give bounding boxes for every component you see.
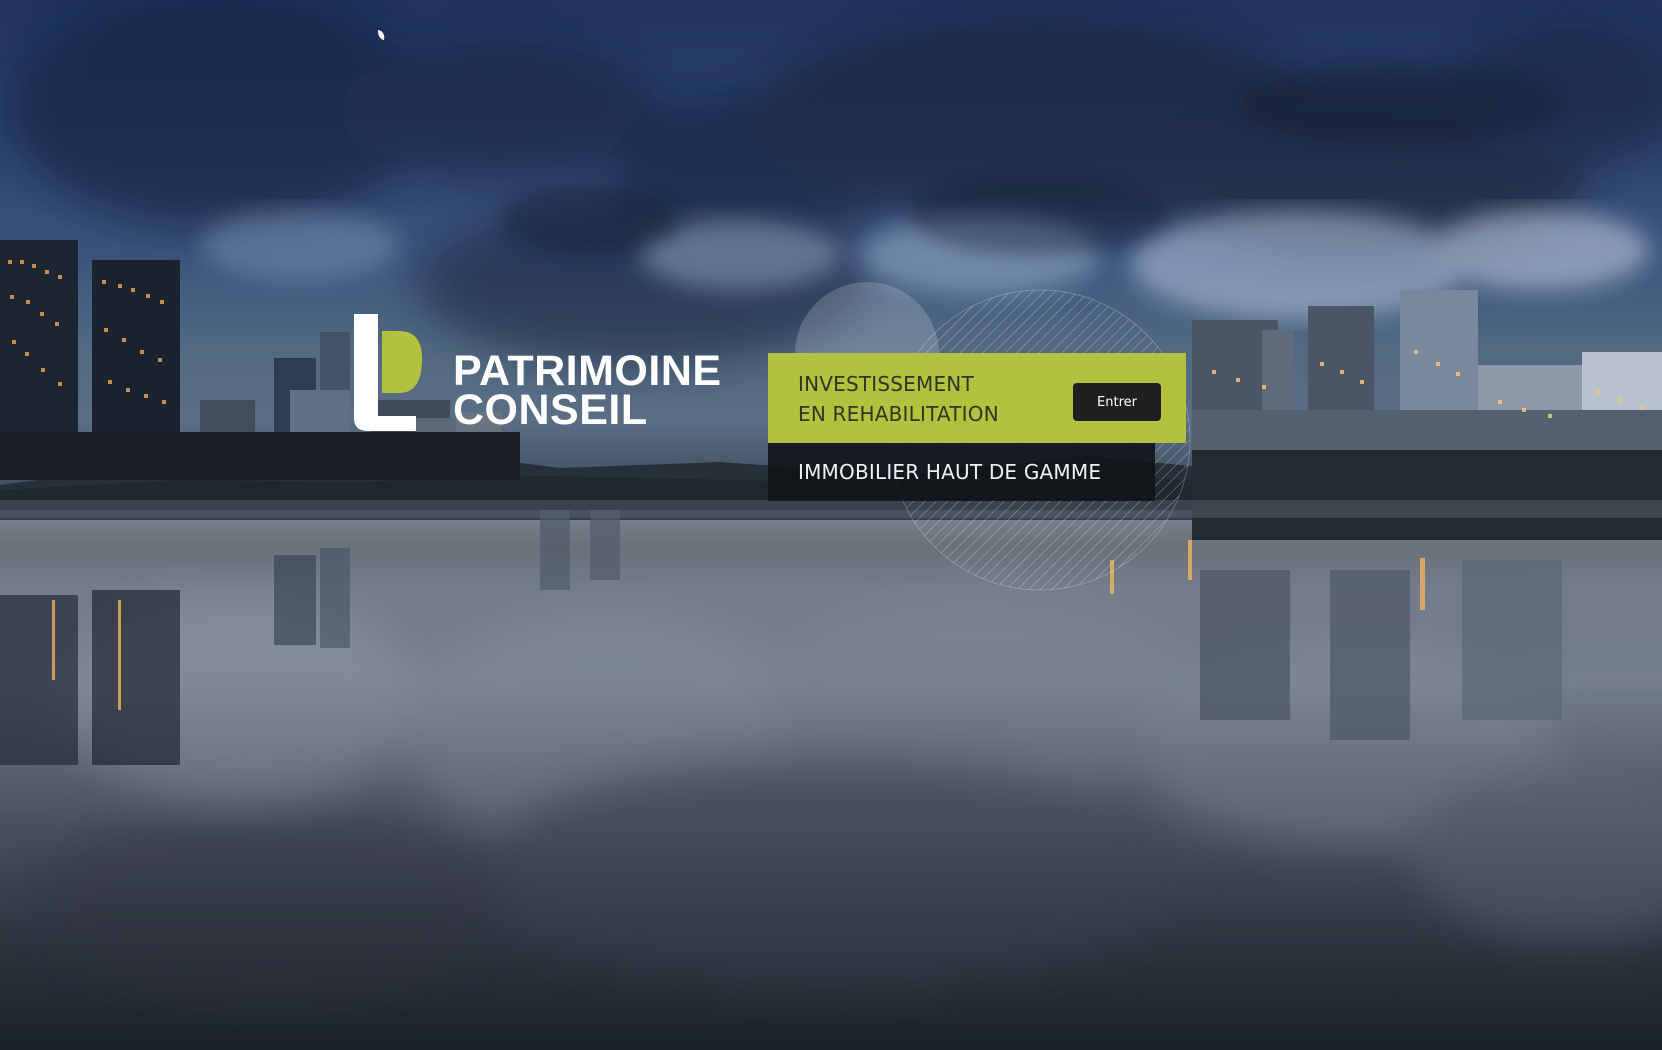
investment-line-2: EN REHABILITATION	[798, 402, 999, 426]
investment-line-1: INVESTISSEMENT	[798, 372, 974, 396]
investment-panel: INVESTISSEMENT EN REHABILITATION Entrer	[768, 353, 1186, 443]
enter-button[interactable]: Entrer	[1073, 383, 1161, 421]
brand-logo[interactable]: PATRIMOINE CONSEIL	[338, 314, 738, 434]
ld-logo-icon	[354, 314, 422, 431]
luxury-real-estate-panel: IMMOBILIER HAUT DE GAMME	[768, 443, 1155, 501]
brand-name: PATRIMOINE CONSEIL	[453, 350, 722, 434]
luxury-real-estate-label: IMMOBILIER HAUT DE GAMME	[798, 460, 1102, 484]
brand-line-2: CONSEIL	[453, 386, 648, 434]
investment-text: INVESTISSEMENT EN REHABILITATION	[798, 369, 999, 429]
moon-icon	[378, 30, 385, 40]
hero-background	[0, 0, 1662, 1050]
